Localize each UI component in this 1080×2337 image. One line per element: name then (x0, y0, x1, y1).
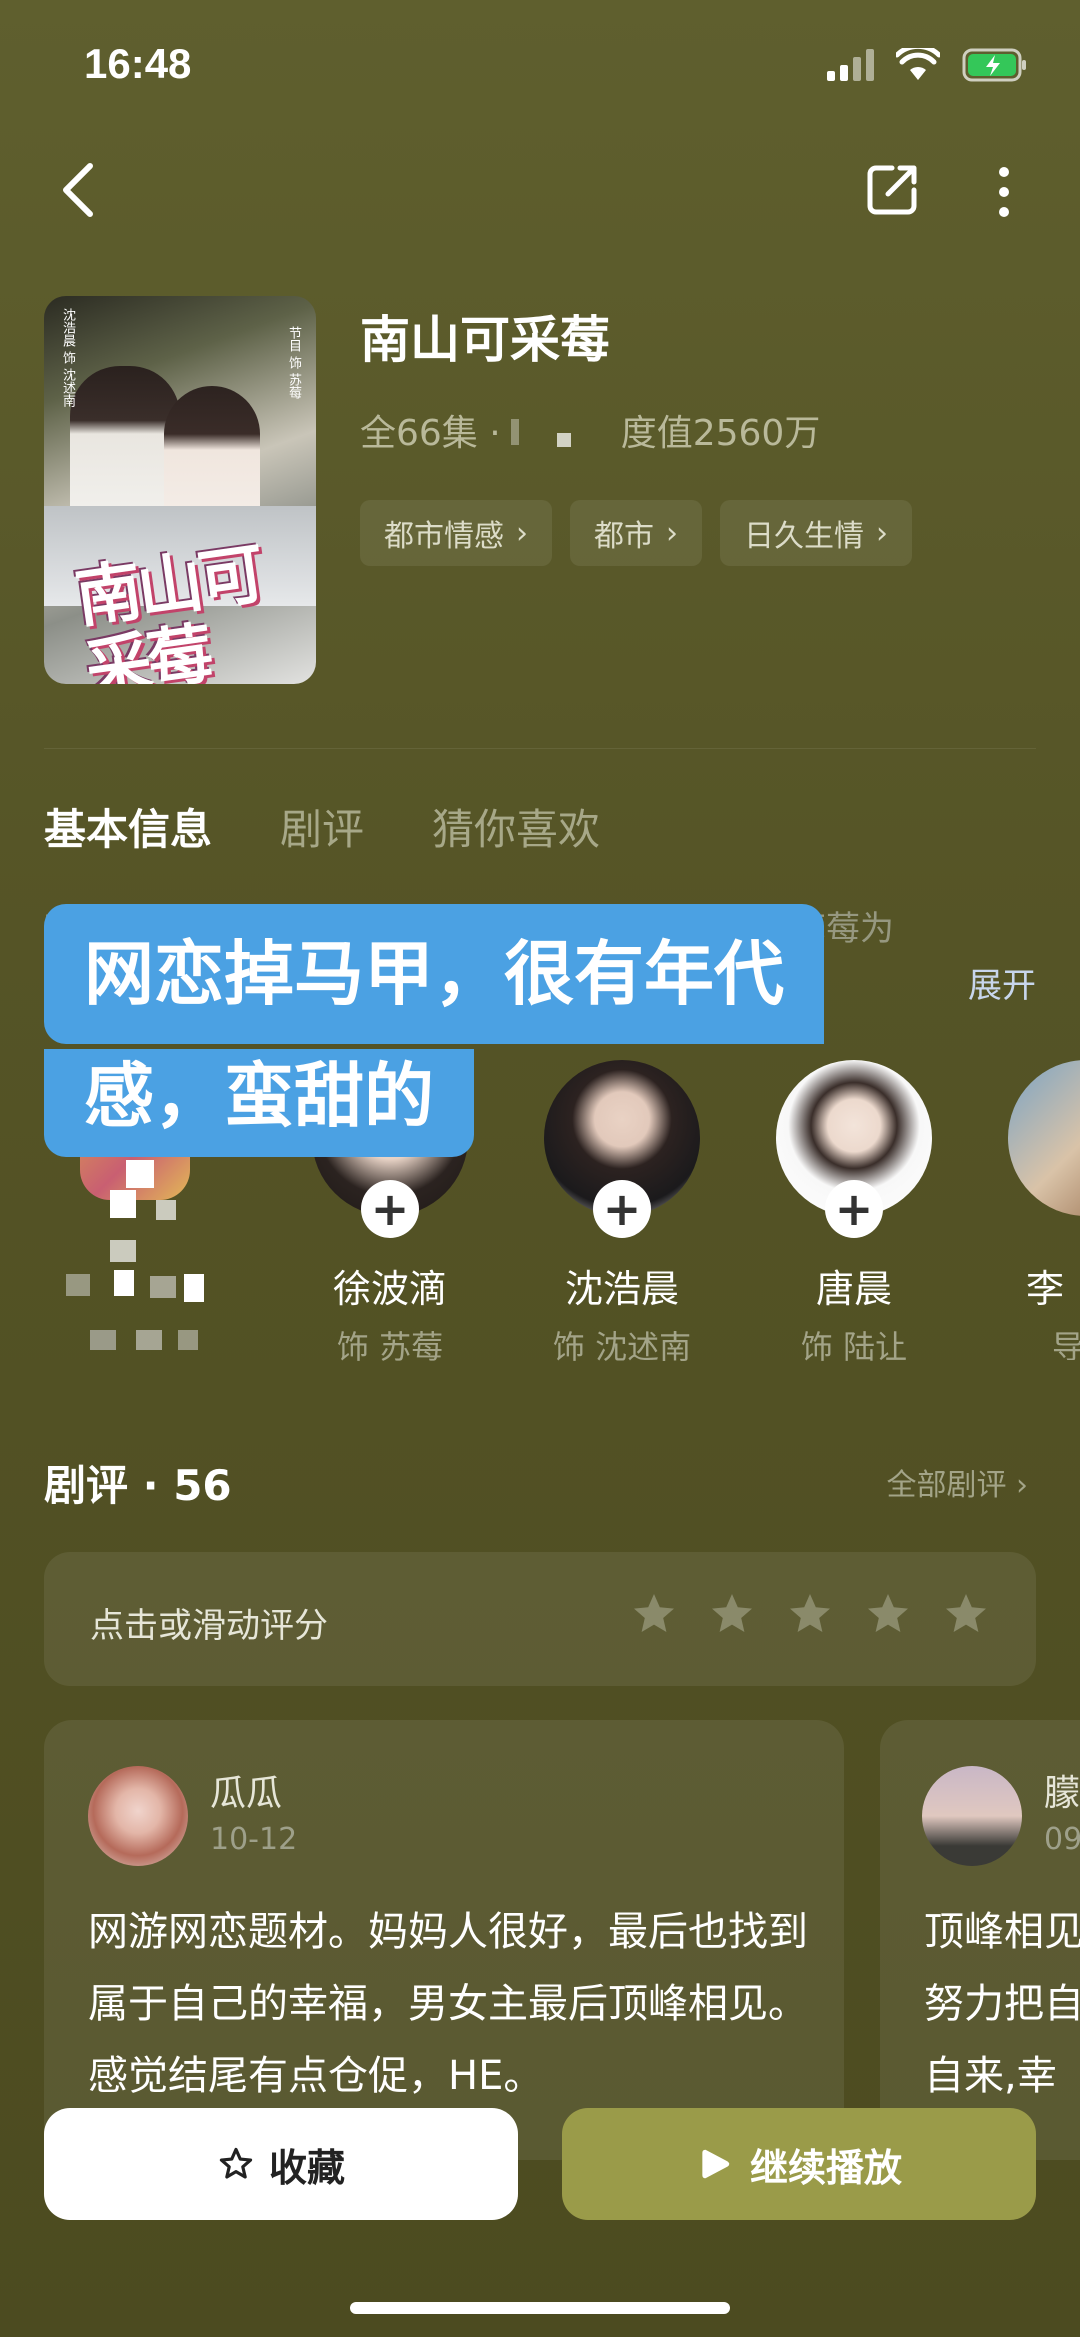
status-icons (827, 48, 1028, 82)
star-icon[interactable] (864, 1590, 912, 1638)
cast-name: 李 (1026, 1267, 1065, 1311)
drama-meta: 全66集 · 度值2560万 (360, 404, 820, 456)
star-icon[interactable] (708, 1590, 756, 1638)
poster-cast-left: 沈浩晨 饰 沈述南 (60, 308, 75, 408)
tab-bar: 基本信息 剧评 猜你喜欢 (44, 796, 600, 857)
cast-member[interactable]: 李 导 (1006, 1060, 1080, 1360)
rating-prompt: 点击或滑动评分 (90, 1606, 328, 1646)
status-time: 16:48 (84, 40, 192, 87)
reviewer-name: 朦 (1044, 1773, 1080, 1814)
star-rating[interactable] (630, 1590, 990, 1638)
caption-line: 感，蛮甜的 (44, 1049, 474, 1157)
wifi-icon (896, 48, 940, 80)
review-text: 网游网恋题材。妈妈人很好，最后也找到属于自己的幸福，男女主最后顶峰相见。感觉结尾… (88, 1909, 808, 2099)
favorite-label: 收藏 (268, 2145, 345, 2190)
more-options-icon[interactable] (992, 164, 1016, 220)
episode-count: 全66集 · (360, 413, 501, 454)
chevron-right-icon: › (876, 515, 888, 551)
drama-poster[interactable]: 沈浩晨 饰 沈述南 节目 饰 苏莓 南山可采莓 (44, 296, 316, 684)
review-card[interactable]: 朦 09 顶峰相见努力把自自来,幸 (880, 1720, 1080, 2160)
tag-item[interactable]: 都市 › (570, 500, 702, 566)
star-icon[interactable] (786, 1590, 834, 1638)
cast-role: 饰 苏莓 (336, 1328, 444, 1366)
expand-button[interactable]: 展开 (968, 958, 1036, 1007)
reviewer-avatar (922, 1766, 1022, 1866)
heat-value: 度值2560万 (620, 413, 821, 454)
drama-title: 南山可采莓 (360, 311, 610, 369)
home-indicator[interactable] (350, 2302, 730, 2314)
cast-name: 唐晨 (815, 1267, 892, 1311)
favorite-button[interactable]: 收藏 (44, 2108, 518, 2220)
cast-role: 饰 沈述南 (552, 1328, 692, 1366)
cast-role: 导 (1052, 1328, 1080, 1360)
continue-play-button[interactable]: 继续播放 (562, 2108, 1036, 2220)
star-outline-icon (219, 2147, 253, 2179)
all-reviews-link[interactable]: 全部剧评 › (886, 1460, 1028, 1504)
cast-name: 沈浩晨 (564, 1267, 679, 1311)
signal-icon (827, 49, 874, 81)
review-card[interactable]: 瓜瓜 10-12 网游网恋题材。妈妈人很好，最后也找到属于自己的幸福，男女主最后… (44, 1720, 844, 2160)
reviewer-name: 瓜瓜 (210, 1773, 283, 1814)
cast-role: 饰 陆让 (800, 1328, 908, 1366)
review-text: 顶峰相见努力把自自来,幸 (924, 1909, 1080, 2099)
tag-item[interactable]: 日久生情 › (720, 500, 912, 566)
caption-overlay: 网恋掉马甲，很有年代 感，蛮甜的 (44, 904, 944, 1157)
mosaic-redaction (505, 411, 617, 449)
tag-list: 都市情感 › 都市 › 日久生情 › (360, 500, 912, 566)
chevron-right-icon: › (1016, 1468, 1028, 1503)
poster-cast-right: 节目 饰 苏莓 (286, 326, 301, 400)
share-icon[interactable] (866, 162, 920, 216)
play-icon (702, 2149, 730, 2179)
caption-line: 网恋掉马甲，很有年代 (44, 904, 824, 1044)
cast-avatar (1008, 1060, 1080, 1216)
divider (44, 748, 1036, 749)
tab-basic-info[interactable]: 基本信息 (44, 796, 212, 857)
star-icon[interactable] (942, 1590, 990, 1638)
back-icon[interactable] (56, 160, 100, 220)
review-date: 10-12 (210, 1822, 298, 1857)
review-date: 09 (1044, 1822, 1080, 1857)
reviews-title: 剧评 · 56 (44, 1461, 232, 1510)
play-label: 继续播放 (749, 2145, 902, 2190)
chevron-right-icon: › (666, 515, 678, 551)
battery-charging-icon (962, 48, 1026, 82)
cast-name: 徐波滴 (332, 1267, 447, 1311)
follow-plus-icon[interactable]: + (825, 1180, 883, 1238)
reviewer-avatar (88, 1766, 188, 1866)
star-icon[interactable] (630, 1590, 678, 1638)
follow-plus-icon[interactable]: + (593, 1180, 651, 1238)
rating-box[interactable]: 点击或滑动评分 (44, 1552, 1036, 1686)
chevron-right-icon: › (516, 515, 528, 551)
follow-plus-icon[interactable]: + (361, 1180, 419, 1238)
tab-recommendations[interactable]: 猜你喜欢 (432, 796, 600, 857)
tab-reviews[interactable]: 剧评 (280, 796, 364, 857)
tag-item[interactable]: 都市情感 › (360, 500, 552, 566)
